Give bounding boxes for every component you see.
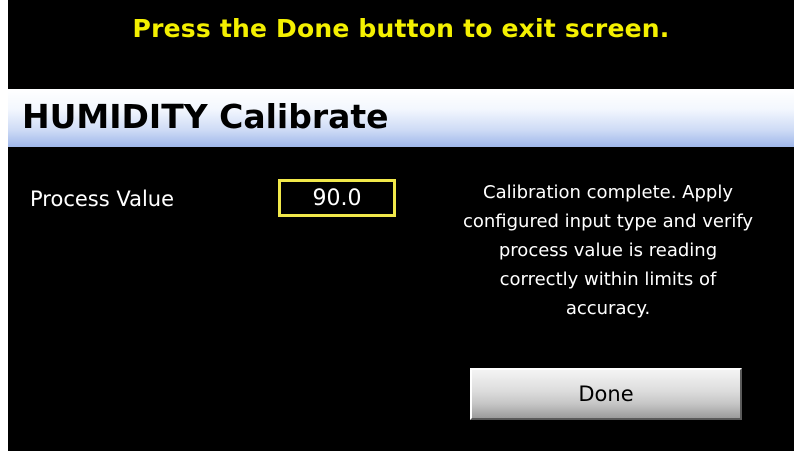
calibration-screen: Press the Done button to exit screen. HU… bbox=[8, 0, 794, 451]
done-button[interactable]: Done bbox=[470, 368, 742, 420]
page-title: HUMIDITY Calibrate bbox=[22, 97, 389, 136]
process-value-label: Process Value bbox=[30, 187, 175, 211]
title-bar: HUMIDITY Calibrate bbox=[8, 89, 794, 147]
instruction-text: Press the Done button to exit screen. bbox=[132, 14, 670, 43]
calibration-message: Calibration complete. Apply configured i… bbox=[462, 182, 754, 319]
process-value-display: 90.0 bbox=[278, 179, 396, 217]
